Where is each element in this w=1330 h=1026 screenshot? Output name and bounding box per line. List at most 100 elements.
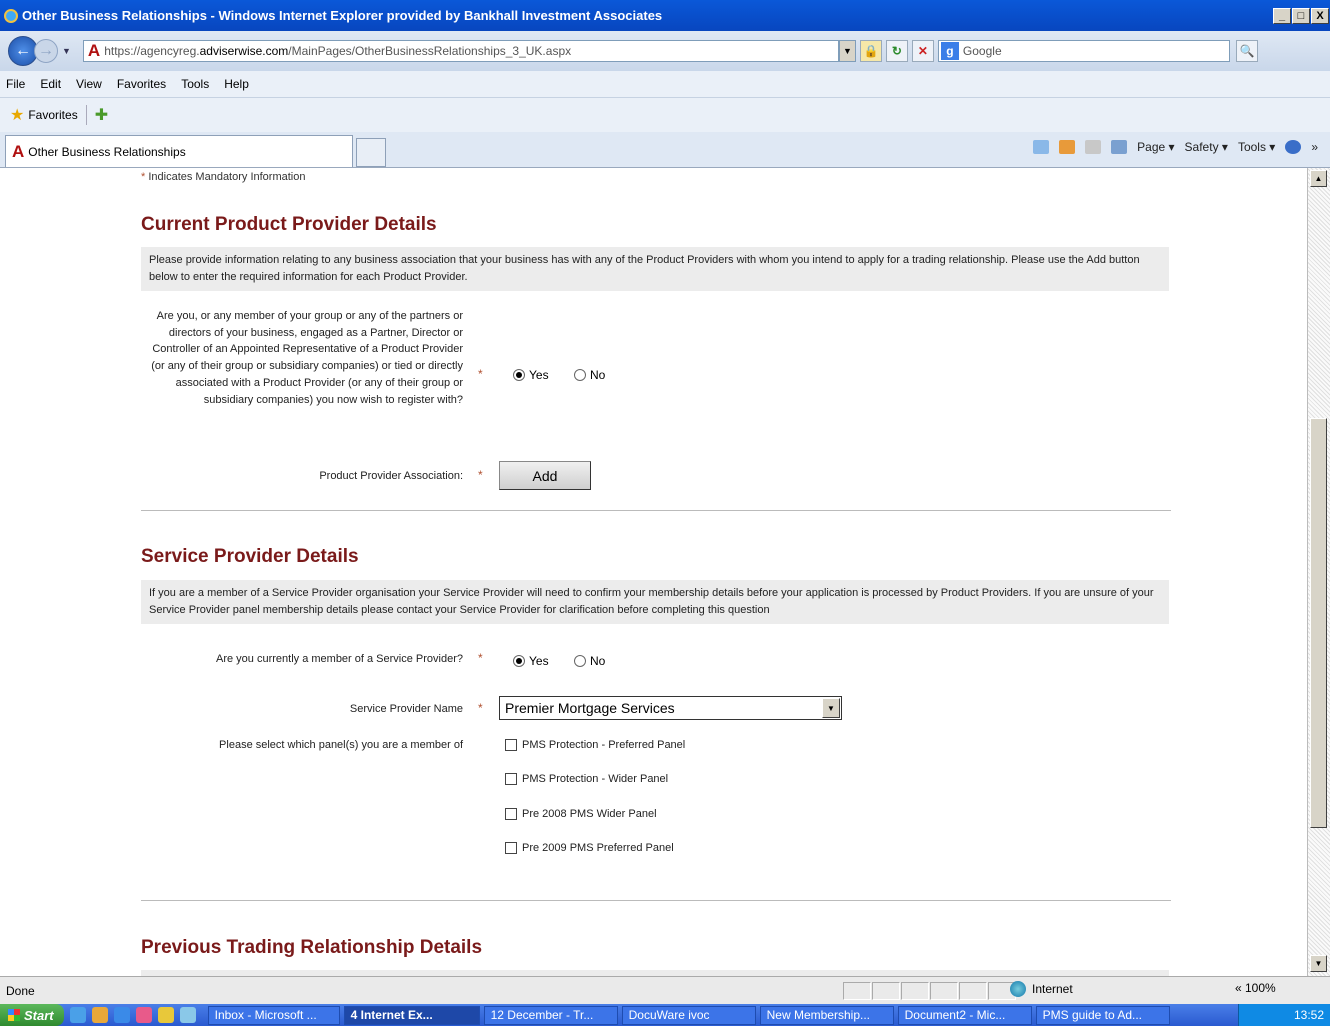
zoom-level[interactable]: « 100% [1235,981,1276,995]
current-product-info: Please provide information relating to a… [141,247,1169,291]
quicklaunch-icon[interactable] [157,1007,174,1023]
status-pane [959,982,987,1000]
panel-checkbox-preferred[interactable]: PMS Protection - Preferred Panel [505,739,685,751]
recent-pages-icon[interactable]: ▼ [62,46,71,56]
task-inbox[interactable]: Inbox - Microsoft ... [207,1005,340,1025]
menu-view[interactable]: View [76,77,102,91]
maximize-button[interactable]: □ [1292,7,1310,24]
close-button[interactable]: X [1311,7,1329,24]
url-host: adviserwise.com [199,44,289,58]
required-asterisk: * [478,701,483,715]
task-internet-explorer[interactable]: 4 Internet Ex... [343,1005,480,1025]
scroll-thumb[interactable] [1310,418,1327,828]
menu-bar: File Edit View Favorites Tools Help [0,71,1330,98]
radio-yes-service[interactable]: Yes [513,654,549,668]
radio-button[interactable] [513,655,525,667]
panel-checkbox-wider[interactable]: PMS Protection - Wider Panel [505,773,668,785]
checkbox[interactable] [505,739,517,751]
windows-flag-icon [8,1009,20,1021]
help-icon[interactable] [1285,140,1302,154]
refresh-button[interactable]: ↻ [885,40,908,62]
security-zone[interactable]: Internet [1010,981,1073,997]
radio-yes-label: Yes [529,654,549,668]
quicklaunch-icon[interactable] [135,1007,152,1023]
panel-checkbox-pre2008[interactable]: Pre 2008 PMS Wider Panel [505,808,657,820]
favorites-button[interactable]: Favorites [28,108,77,122]
task-pms-guide[interactable]: PMS guide to Ad... [1035,1005,1170,1025]
ie-logo-icon [4,8,18,23]
address-dropdown-button[interactable]: ▼ [838,40,856,62]
mail-icon[interactable] [1085,140,1102,154]
quicklaunch-ie-icon[interactable] [113,1007,130,1023]
globe-icon [1010,981,1026,997]
task-docuware[interactable]: DocuWare ivoc [621,1005,756,1025]
zone-label: Internet [1032,982,1073,996]
radio-button[interactable] [574,655,586,667]
home-icon[interactable] [1033,140,1050,154]
section-divider [141,510,1171,511]
panel-label: Pre 2009 PMS Preferred Panel [522,842,674,854]
feeds-icon[interactable] [1059,140,1076,154]
tools-menu[interactable]: Tools ▾ [1238,140,1275,154]
chevron-down-icon[interactable]: ▼ [822,698,840,718]
section-divider [141,900,1171,901]
radio-yes-label: Yes [529,368,549,382]
add-favorite-icon[interactable]: ✚ [95,105,108,125]
safety-menu[interactable]: Safety ▾ [1185,140,1228,154]
print-icon[interactable] [1111,140,1128,154]
page-content: * Indicates Mandatory Information Curren… [0,168,1307,976]
checkbox[interactable] [505,773,517,785]
stop-button[interactable]: ✕ [911,40,934,62]
add-button[interactable]: Add [499,461,591,490]
menu-edit[interactable]: Edit [40,77,61,91]
menu-file[interactable]: File [6,77,25,91]
panel-label: Pre 2008 PMS Wider Panel [522,808,657,820]
checkbox[interactable] [505,808,517,820]
status-text: Done [6,983,35,998]
previous-trading-heading: Previous Trading Relationship Details [141,937,483,958]
radio-no-service[interactable]: No [574,654,605,668]
service-provider-select[interactable]: Premier Mortgage Services ▼ [499,696,842,720]
lock-icon[interactable]: 🔒 [859,40,882,62]
search-button[interactable]: 🔍 [1235,40,1258,62]
scroll-down-button[interactable]: ▼ [1310,955,1327,972]
new-tab-button[interactable] [356,138,386,167]
service-provider-value: Premier Mortgage Services [505,700,675,716]
menu-favorites[interactable]: Favorites [117,77,166,91]
status-pane [872,982,900,1000]
system-tray: 13:52 [1238,1004,1330,1026]
start-label: Start [24,1007,54,1023]
task-new-membership[interactable]: New Membership... [759,1005,894,1025]
task-document2[interactable]: Document2 - Mic... [897,1005,1032,1025]
menu-help[interactable]: Help [224,77,249,91]
forward-button[interactable]: → [34,39,58,63]
panel-checkbox-pre2009[interactable]: Pre 2009 PMS Preferred Panel [505,842,674,854]
search-input[interactable]: g Google [937,40,1230,62]
radio-button[interactable] [513,369,525,381]
vertical-scrollbar[interactable]: ▲ ▼ [1307,168,1330,976]
quicklaunch-icon[interactable] [91,1007,108,1023]
page-menu[interactable]: Page ▾ [1137,140,1174,154]
title-bar: Other Business Relationships - Windows I… [0,0,1330,31]
panel-label: PMS Protection - Wider Panel [522,773,669,785]
radio-button[interactable] [574,369,586,381]
clock[interactable]: 13:52 [1294,1008,1324,1022]
address-bar-row: ← → ▼ A https://agencyreg. adviserwise.co… [0,31,1330,71]
quicklaunch-icon[interactable] [179,1007,196,1023]
task-12-december[interactable]: 12 December - Tr... [483,1005,618,1025]
minimize-button[interactable]: _ [1273,7,1291,24]
address-input[interactable]: A https://agencyreg. adviserwise.com/Main… [82,40,839,62]
current-product-heading: Current Product Provider Details [141,214,437,235]
scroll-up-button[interactable]: ▲ [1310,170,1327,187]
tab-other-business-relationships[interactable]: A Other Business Relationships [5,135,353,167]
google-icon: g [940,42,959,60]
menu-tools[interactable]: Tools [181,77,209,91]
site-logo-icon: A [87,41,101,60]
radio-no-association[interactable]: No [574,368,605,382]
window-title: Other Business Relationships - Windows I… [22,8,663,23]
checkbox[interactable] [505,842,517,854]
quicklaunch-icon[interactable] [69,1007,86,1023]
radio-yes-association[interactable]: Yes [513,368,549,382]
start-button[interactable]: Start [0,1004,64,1026]
chevron-right-icon[interactable]: » [1311,140,1318,154]
